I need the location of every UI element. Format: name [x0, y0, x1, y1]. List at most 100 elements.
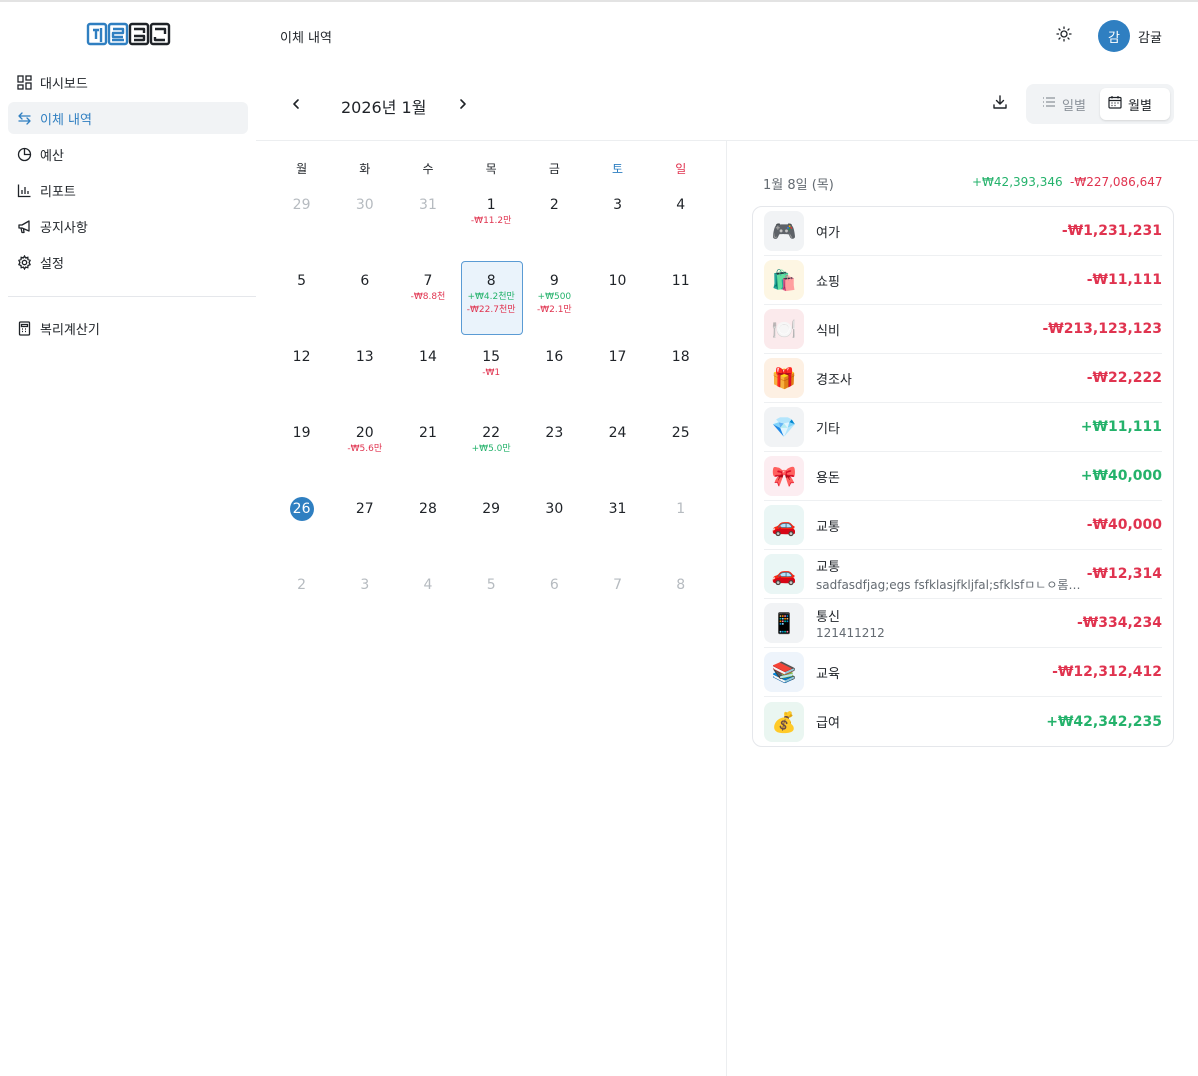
transaction-row[interactable]: 📚 교육 -₩12,312,412 [764, 648, 1162, 697]
view-monthly-label: 월별 [1128, 98, 1152, 114]
transaction-row[interactable]: 🎁 경조사 -₩22,222 [764, 354, 1162, 403]
day-number: 2 [297, 577, 307, 593]
day-expense-total: -₩227,086,647 [1070, 175, 1163, 189]
calendar-day[interactable]: 20 -₩5.6만 [333, 412, 396, 488]
sidebar-item-budget[interactable]: 예산 [8, 138, 248, 170]
calendar-day[interactable]: 11 [649, 260, 712, 336]
transaction-row[interactable]: 💎 기타 +₩11,111 [764, 403, 1162, 452]
calendar-day[interactable]: 30 [333, 184, 396, 260]
calendar-day[interactable]: 3 [333, 564, 396, 640]
transaction-row[interactable]: 🍽️ 식비 -₩213,123,123 [764, 305, 1162, 354]
category-icon: 🍽️ [764, 309, 804, 349]
calendar-day[interactable]: 7 -₩8.8천 [396, 260, 459, 336]
calendar-day[interactable]: 27 [333, 488, 396, 564]
calendar-day[interactable]: 16 [523, 336, 586, 412]
calendar-day[interactable]: 19 [270, 412, 333, 488]
sidebar-item-settings[interactable]: 설정 [8, 246, 248, 278]
calendar-day[interactable]: 12 [270, 336, 333, 412]
transaction-row[interactable]: 💰 급여 +₩42,342,235 [764, 697, 1162, 746]
day-number: 17 [608, 349, 627, 365]
calendar-day[interactable]: 29 [460, 488, 523, 564]
calendar-day[interactable]: 8 +₩4.2천만 -₩22.7천만 [460, 260, 523, 336]
weekday-label: 수 [422, 161, 434, 176]
calendar-day[interactable]: 23 [523, 412, 586, 488]
day-number: 13 [355, 349, 374, 365]
calendar-day[interactable]: 3 [586, 184, 649, 260]
calendar-day[interactable]: 7 [586, 564, 649, 640]
transaction-row[interactable]: 🚗 교통 -₩40,000 [764, 501, 1162, 550]
view-monthly-button[interactable]: 월별 [1100, 88, 1170, 120]
category-icon: 🎮 [764, 211, 804, 251]
calendar-day[interactable]: 5 [270, 260, 333, 336]
transaction-amount: -₩213,123,123 [1042, 321, 1162, 337]
day-income-total: +₩42,393,346 [972, 175, 1063, 189]
transaction-amount: +₩40,000 [1080, 468, 1162, 484]
sidebar-item-dashboard[interactable]: 대시보드 [8, 66, 248, 98]
user-name[interactable]: 감귤 [1138, 27, 1162, 46]
transaction-row[interactable]: 📱 통신 121411212 -₩334,234 [764, 599, 1162, 648]
sidebar-item-transfers[interactable]: 이체 내역 [8, 102, 248, 134]
calendar-day[interactable]: 15 -₩1 [460, 336, 523, 412]
download-button[interactable] [988, 92, 1012, 116]
sidebar-item-compound-calculator[interactable]: 복리계산기 [8, 312, 248, 344]
calendar-day[interactable]: 4 [396, 564, 459, 640]
calendar-day[interactable]: 31 [586, 488, 649, 564]
transaction-row[interactable]: 🎮 여가 -₩1,231,231 [764, 207, 1162, 256]
sidebar-item-label: 이체 내역 [40, 112, 92, 128]
calendar-day[interactable]: 6 [523, 564, 586, 640]
category-icon: 💎 [764, 407, 804, 447]
calendar-day[interactable]: 8 [649, 564, 712, 640]
calendar-day[interactable]: 31 [396, 184, 459, 260]
transaction-category: 교통 [816, 519, 840, 535]
calendar-day[interactable]: 1 [649, 488, 712, 564]
sidebar-item-label: 복리계산기 [40, 322, 100, 338]
calendar-day[interactable]: 18 [649, 336, 712, 412]
next-month-button[interactable] [451, 92, 475, 116]
day-number: 15 [482, 349, 501, 365]
calendar-day[interactable]: 22 +₩5.0만 [460, 412, 523, 488]
calendar-day[interactable]: 10 [586, 260, 649, 336]
calendar-day[interactable]: 26 [270, 488, 333, 564]
prev-month-button[interactable] [284, 92, 308, 116]
transaction-row[interactable]: 🚗 교통 sadfasdfjag;egs fsfklasjfkljfal;sfkls… [764, 550, 1162, 599]
view-daily-button[interactable]: 일별 [1034, 88, 1094, 120]
day-number: 11 [671, 273, 690, 289]
calendar-day[interactable]: 29 [270, 184, 333, 260]
calendar-day[interactable]: 21 [396, 412, 459, 488]
calendar-day[interactable]: 2 [270, 564, 333, 640]
calendar-day[interactable]: 30 [523, 488, 586, 564]
calendar-day[interactable]: 14 [396, 336, 459, 412]
sidebar: 대시보드 이체 내역 예산 리포트 공지사항 설정 복리계산기 [0, 4, 256, 1076]
day-number: 16 [545, 349, 564, 365]
avatar[interactable]: 감 [1098, 20, 1130, 52]
app-logo[interactable] [86, 20, 172, 48]
calendar-day[interactable]: 1 -₩11.2만 [460, 184, 523, 260]
transaction-info: 교육 [816, 663, 1052, 682]
calendar-day[interactable]: 13 [333, 336, 396, 412]
sidebar-item-label: 리포트 [40, 184, 76, 200]
sidebar-item-notice[interactable]: 공지사항 [8, 210, 248, 242]
transaction-row[interactable]: 🎀 용돈 +₩40,000 [764, 452, 1162, 501]
day-number: 1 [486, 197, 496, 213]
calendar-day[interactable]: 4 [649, 184, 712, 260]
calendar-day[interactable]: 5 [460, 564, 523, 640]
day-number: 8 [486, 273, 496, 289]
sun-icon [1056, 26, 1072, 46]
day-number: 4 [423, 577, 433, 593]
sidebar-item-report[interactable]: 리포트 [8, 174, 248, 206]
day-number: 28 [419, 501, 437, 517]
calendar-day[interactable]: 6 [333, 260, 396, 336]
calendar-day[interactable]: 17 [586, 336, 649, 412]
theme-toggle-button[interactable] [1052, 24, 1076, 48]
calendar-day[interactable]: 25 [649, 412, 712, 488]
transaction-row[interactable]: 🛍️ 쇼핑 -₩11,111 [764, 256, 1162, 305]
day-income-amount: +₩4.2천만 [467, 292, 515, 302]
calendar-day[interactable]: 28 [396, 488, 459, 564]
day-number: 5 [297, 273, 307, 289]
transaction-amount: -₩1,231,231 [1061, 223, 1162, 239]
day-expense-amount: -₩2.1만 [536, 305, 572, 315]
calendar-day[interactable]: 2 [523, 184, 586, 260]
calendar-day[interactable]: 9 +₩500 -₩2.1만 [523, 260, 586, 336]
calendar-day[interactable]: 24 [586, 412, 649, 488]
sidebar-item-label: 대시보드 [40, 76, 88, 92]
